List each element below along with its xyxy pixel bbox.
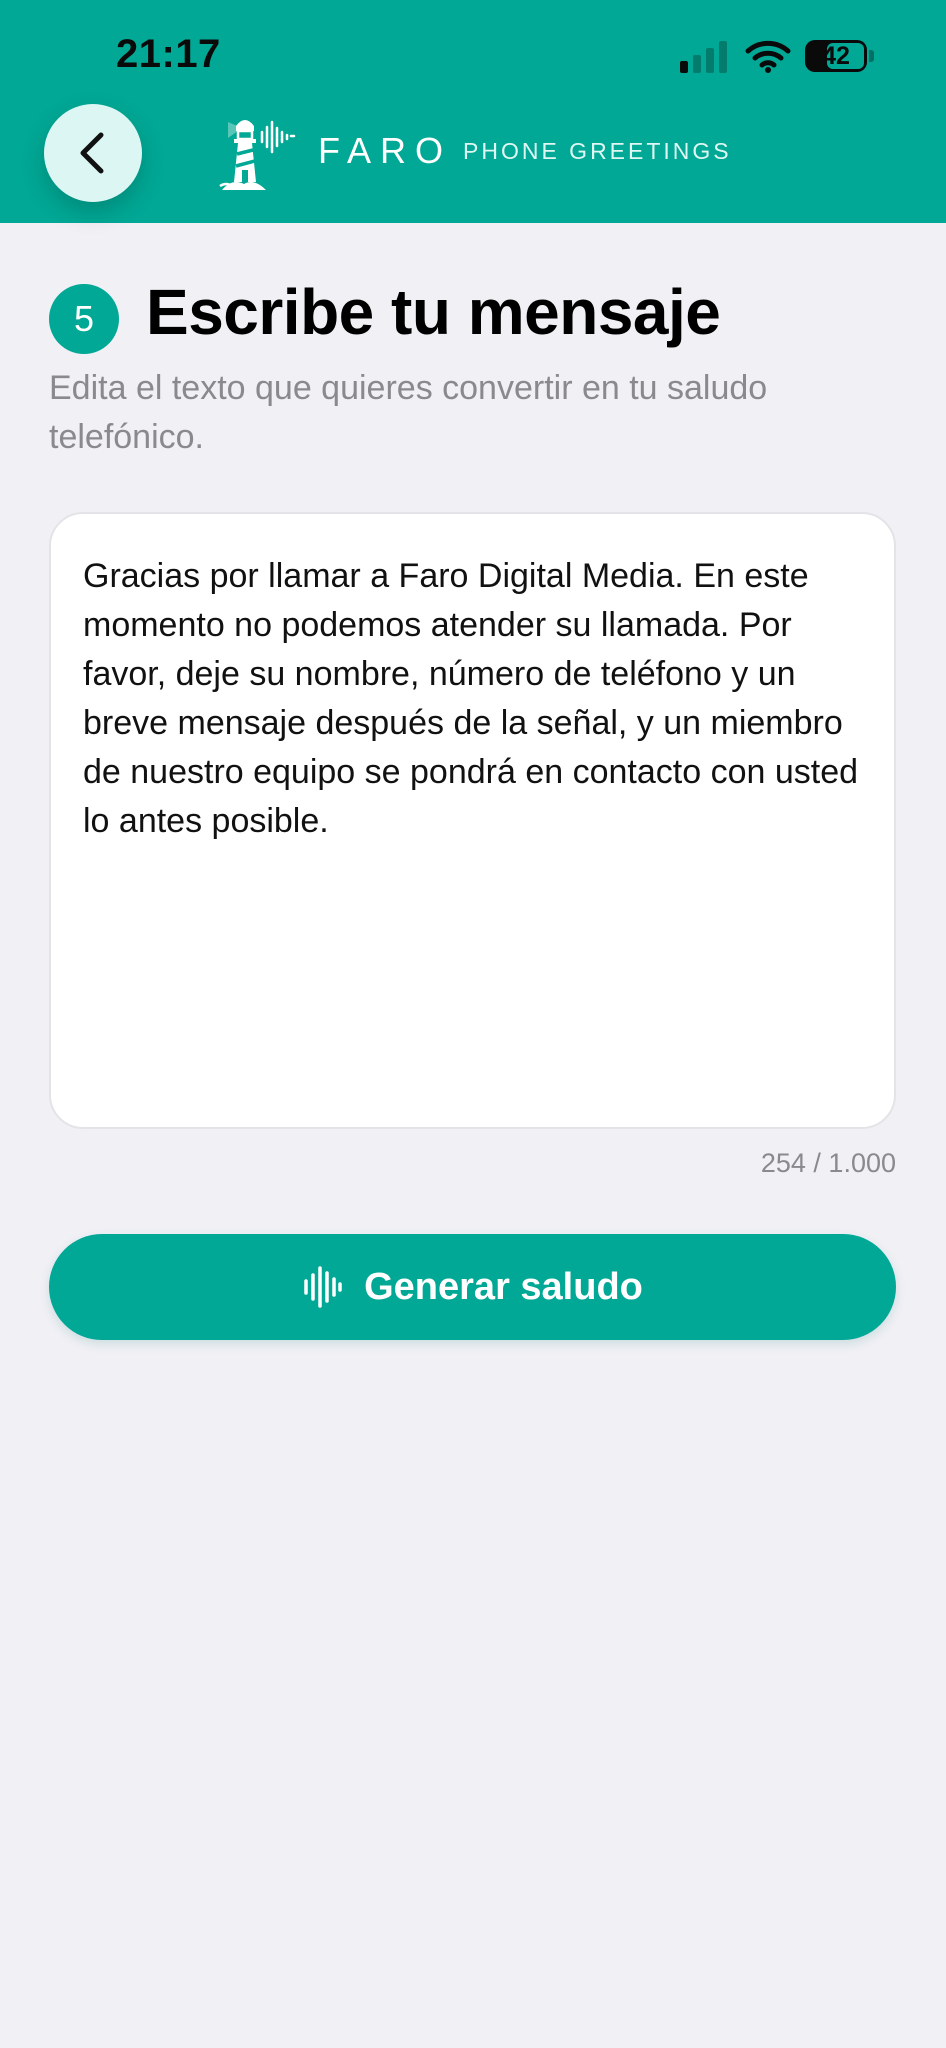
wifi-icon (745, 40, 791, 73)
battery-icon: 42 (805, 40, 867, 72)
message-card: Gracias por llamar a Faro Digital Media.… (49, 512, 896, 1129)
message-input[interactable]: Gracias por llamar a Faro Digital Media.… (83, 552, 873, 1112)
cellular-signal-icon (680, 39, 727, 73)
battery-level: 42 (822, 42, 850, 70)
back-button[interactable] (44, 104, 142, 202)
brand-name: FARO (318, 130, 453, 171)
battery-tip (869, 50, 874, 62)
chevron-left-icon (80, 132, 104, 174)
page-subtitle: Edita el texto que quieres convertir en … (49, 369, 768, 456)
generate-greeting-button[interactable]: Generar saludo (49, 1234, 896, 1340)
app-header: 21:17 42 FARO PHONE GREETINGS (0, 0, 946, 223)
page-title: Escribe tu mensaje (146, 276, 721, 348)
status-icons: 42 (680, 36, 874, 76)
status-time: 21:17 (116, 32, 221, 76)
lighthouse-logo-icon (219, 120, 296, 190)
brand-subtitle: PHONE GREETINGS (463, 138, 732, 164)
step-number-badge: 5 (49, 284, 119, 354)
generate-greeting-label: Generar saludo (364, 1265, 643, 1308)
waveform-icon (304, 1266, 342, 1308)
character-counter: 254 / 1.000 (760, 1148, 896, 1178)
